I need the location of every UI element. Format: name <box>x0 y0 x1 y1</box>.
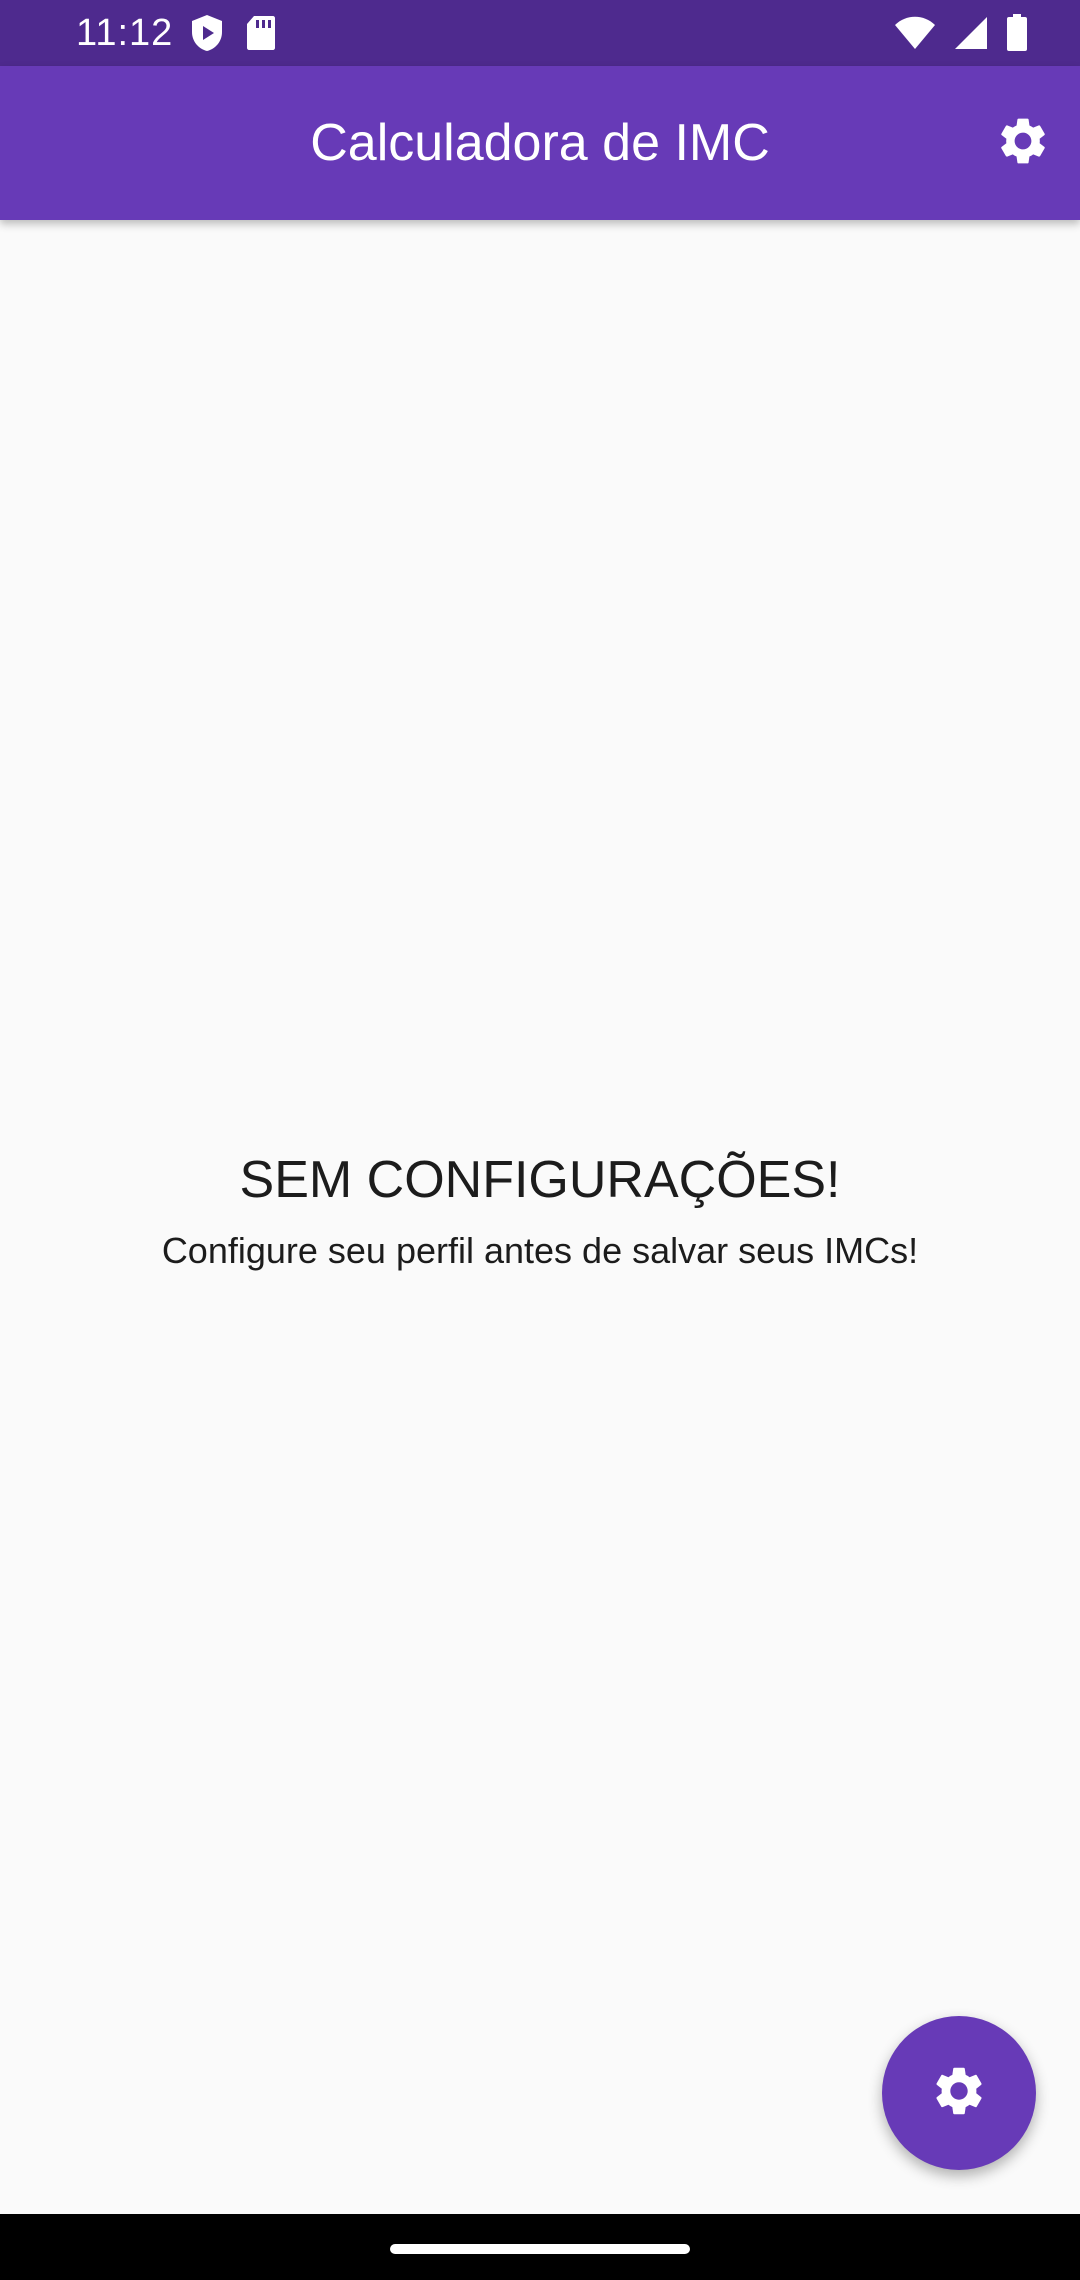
battery-icon <box>1006 14 1028 57</box>
empty-state: SEM CONFIGURAÇÕES! Configure seu perfil … <box>0 1140 1080 1276</box>
navigation-bar <box>0 2214 1080 2280</box>
wifi-icon <box>894 16 936 55</box>
status-time: 11:12 <box>76 12 174 54</box>
status-bar: 11:12 <box>0 0 1080 66</box>
gear-icon <box>930 2062 988 2125</box>
settings-fab[interactable] <box>882 2016 1036 2170</box>
home-indicator[interactable] <box>390 2244 690 2254</box>
app-bar: Calculadora de IMC <box>0 66 1080 220</box>
settings-button[interactable] <box>986 106 1060 180</box>
status-right-icons <box>894 14 1028 57</box>
play-protect-icon <box>190 14 224 57</box>
screen: 11:12 Calculadora de IMC SEM CONFIGURAÇÕ… <box>0 0 1080 2280</box>
page-title: Calculadora de IMC <box>310 114 770 172</box>
gear-icon <box>995 113 1051 174</box>
status-left-icons <box>190 14 276 57</box>
empty-state-subtitle: Configure seu perfil antes de salvar seu… <box>161 1230 919 1271</box>
sd-card-icon <box>246 15 276 56</box>
empty-state-title: SEM CONFIGURAÇÕES! <box>239 1151 841 1209</box>
cell-signal-icon <box>954 16 988 55</box>
